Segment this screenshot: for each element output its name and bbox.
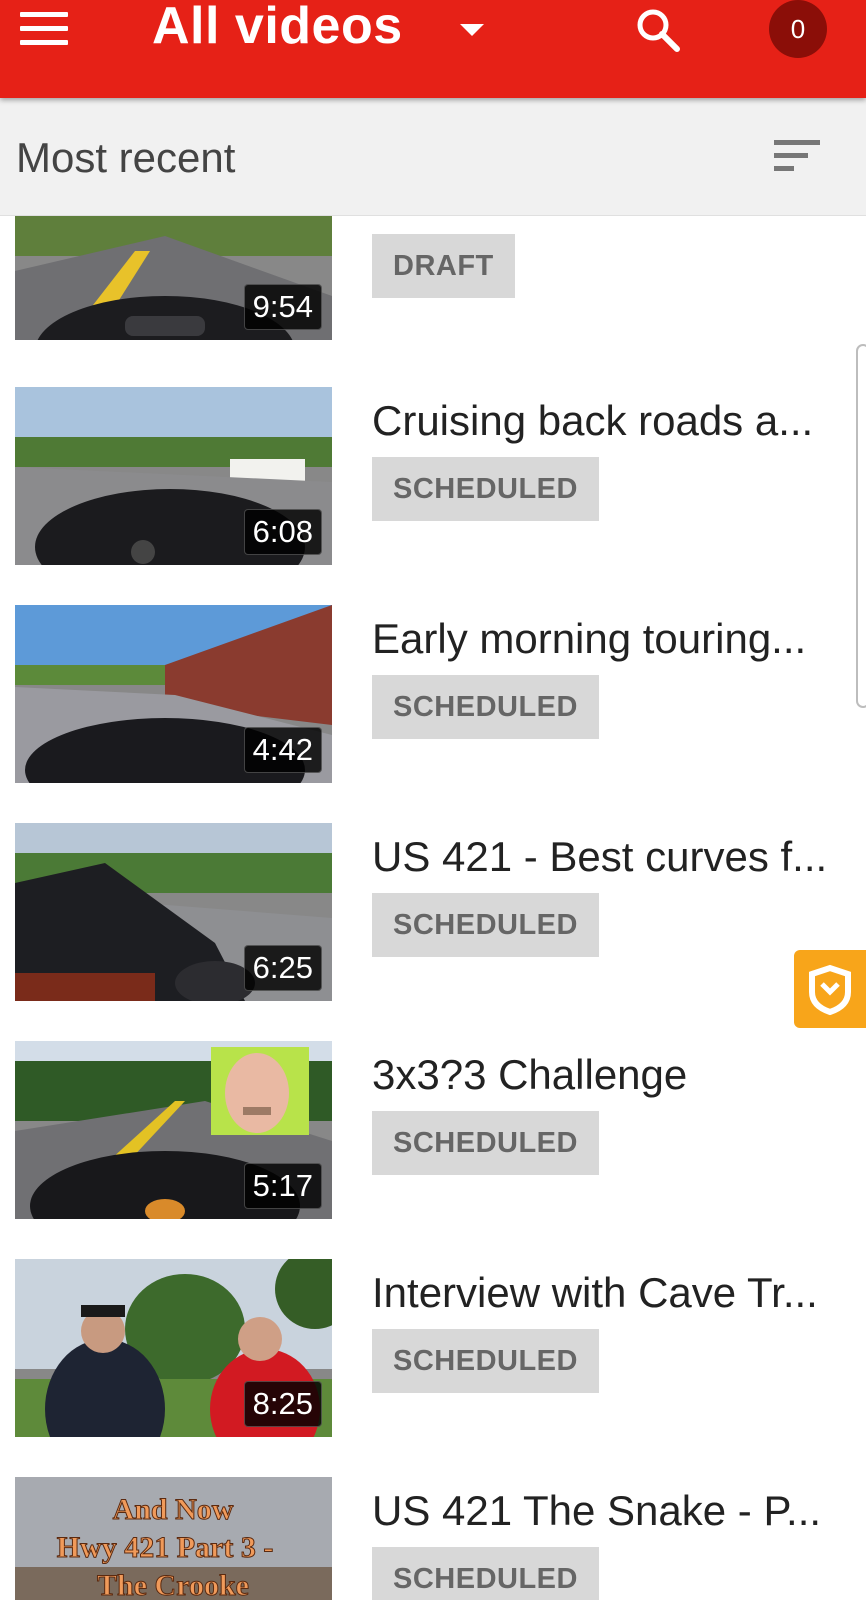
status-badge: DRAFT (372, 234, 515, 298)
video-title: US 421 The Snake - P... (372, 1487, 822, 1534)
scroll-indicator[interactable] (856, 344, 866, 708)
video-title: Cruising back roads a... (372, 397, 814, 444)
video-thumbnail: 5:17 (15, 1041, 332, 1219)
video-title: Early morning touring... (372, 615, 807, 662)
video-row[interactable]: 5:17 3x3?3 Challenge SCHEDULED (0, 1041, 866, 1221)
video-title: US 421 - Best curves f... (372, 833, 828, 880)
status-badge: SCHEDULED (372, 457, 599, 521)
title-dropdown[interactable]: All videos (152, 0, 403, 56)
video-thumbnail: 6:25 (15, 823, 332, 1001)
shield-icon (809, 964, 851, 1016)
video-duration: 8:25 (243, 1381, 322, 1427)
app-screen: All videos 0 Most recent 9:54 DRAFT 6:08… (0, 0, 866, 1600)
status-badge: SCHEDULED (372, 893, 599, 957)
sort-label: Most recent (16, 134, 236, 181)
status-badge: SCHEDULED (372, 1111, 599, 1175)
video-row[interactable]: 6:25 US 421 - Best curves f... SCHEDULED (0, 823, 866, 1003)
svg-text:The Crooke: The Crooke (97, 1569, 249, 1600)
video-title: 3x3?3 Challenge (372, 1051, 688, 1098)
dropdown-caret-icon[interactable] (460, 24, 484, 36)
video-title: Interview with Cave Tr... (372, 1269, 818, 1316)
video-row[interactable]: And Now Hwy 421 Part 3 - The Crooke US 4… (0, 1477, 866, 1600)
video-row[interactable]: 8:25 Interview with Cave Tr... SCHEDULED (0, 1259, 866, 1439)
video-thumbnail: 4:42 (15, 605, 332, 783)
video-thumbnail: 8:25 (15, 1259, 332, 1437)
menu-icon[interactable] (20, 12, 68, 48)
video-duration: 4:42 (243, 727, 322, 773)
top-app-bar: All videos 0 (0, 0, 866, 98)
video-row[interactable]: 4:42 Early morning touring... SCHEDULED (0, 605, 866, 785)
video-thumbnail: And Now Hwy 421 Part 3 - The Crooke (15, 1477, 332, 1600)
video-row[interactable]: 9:54 DRAFT (0, 216, 866, 356)
video-duration: 5:17 (243, 1163, 322, 1209)
sort-icon[interactable] (774, 140, 822, 174)
status-badge: SCHEDULED (372, 1329, 599, 1393)
sort-bar: Most recent (0, 98, 866, 216)
notification-count-badge[interactable]: 0 (769, 0, 827, 58)
video-duration: 9:54 (243, 284, 322, 330)
video-thumbnail: 6:08 (15, 387, 332, 565)
svg-text:Hwy 421 Part 3 -: Hwy 421 Part 3 - (57, 1531, 274, 1564)
video-duration: 6:25 (243, 945, 322, 991)
floating-shield-button[interactable] (794, 950, 866, 1028)
video-thumbnail: 9:54 (15, 216, 332, 340)
svg-text:And Now: And Now (113, 1493, 234, 1526)
search-icon[interactable] (634, 6, 682, 54)
video-list: 9:54 DRAFT 6:08 Cruising back roads a...… (0, 216, 866, 1600)
video-duration: 6:08 (243, 509, 322, 555)
status-badge: SCHEDULED (372, 1547, 599, 1600)
status-badge: SCHEDULED (372, 675, 599, 739)
page-title: All videos (152, 0, 403, 55)
video-row[interactable]: 6:08 Cruising back roads a... SCHEDULED (0, 387, 866, 567)
